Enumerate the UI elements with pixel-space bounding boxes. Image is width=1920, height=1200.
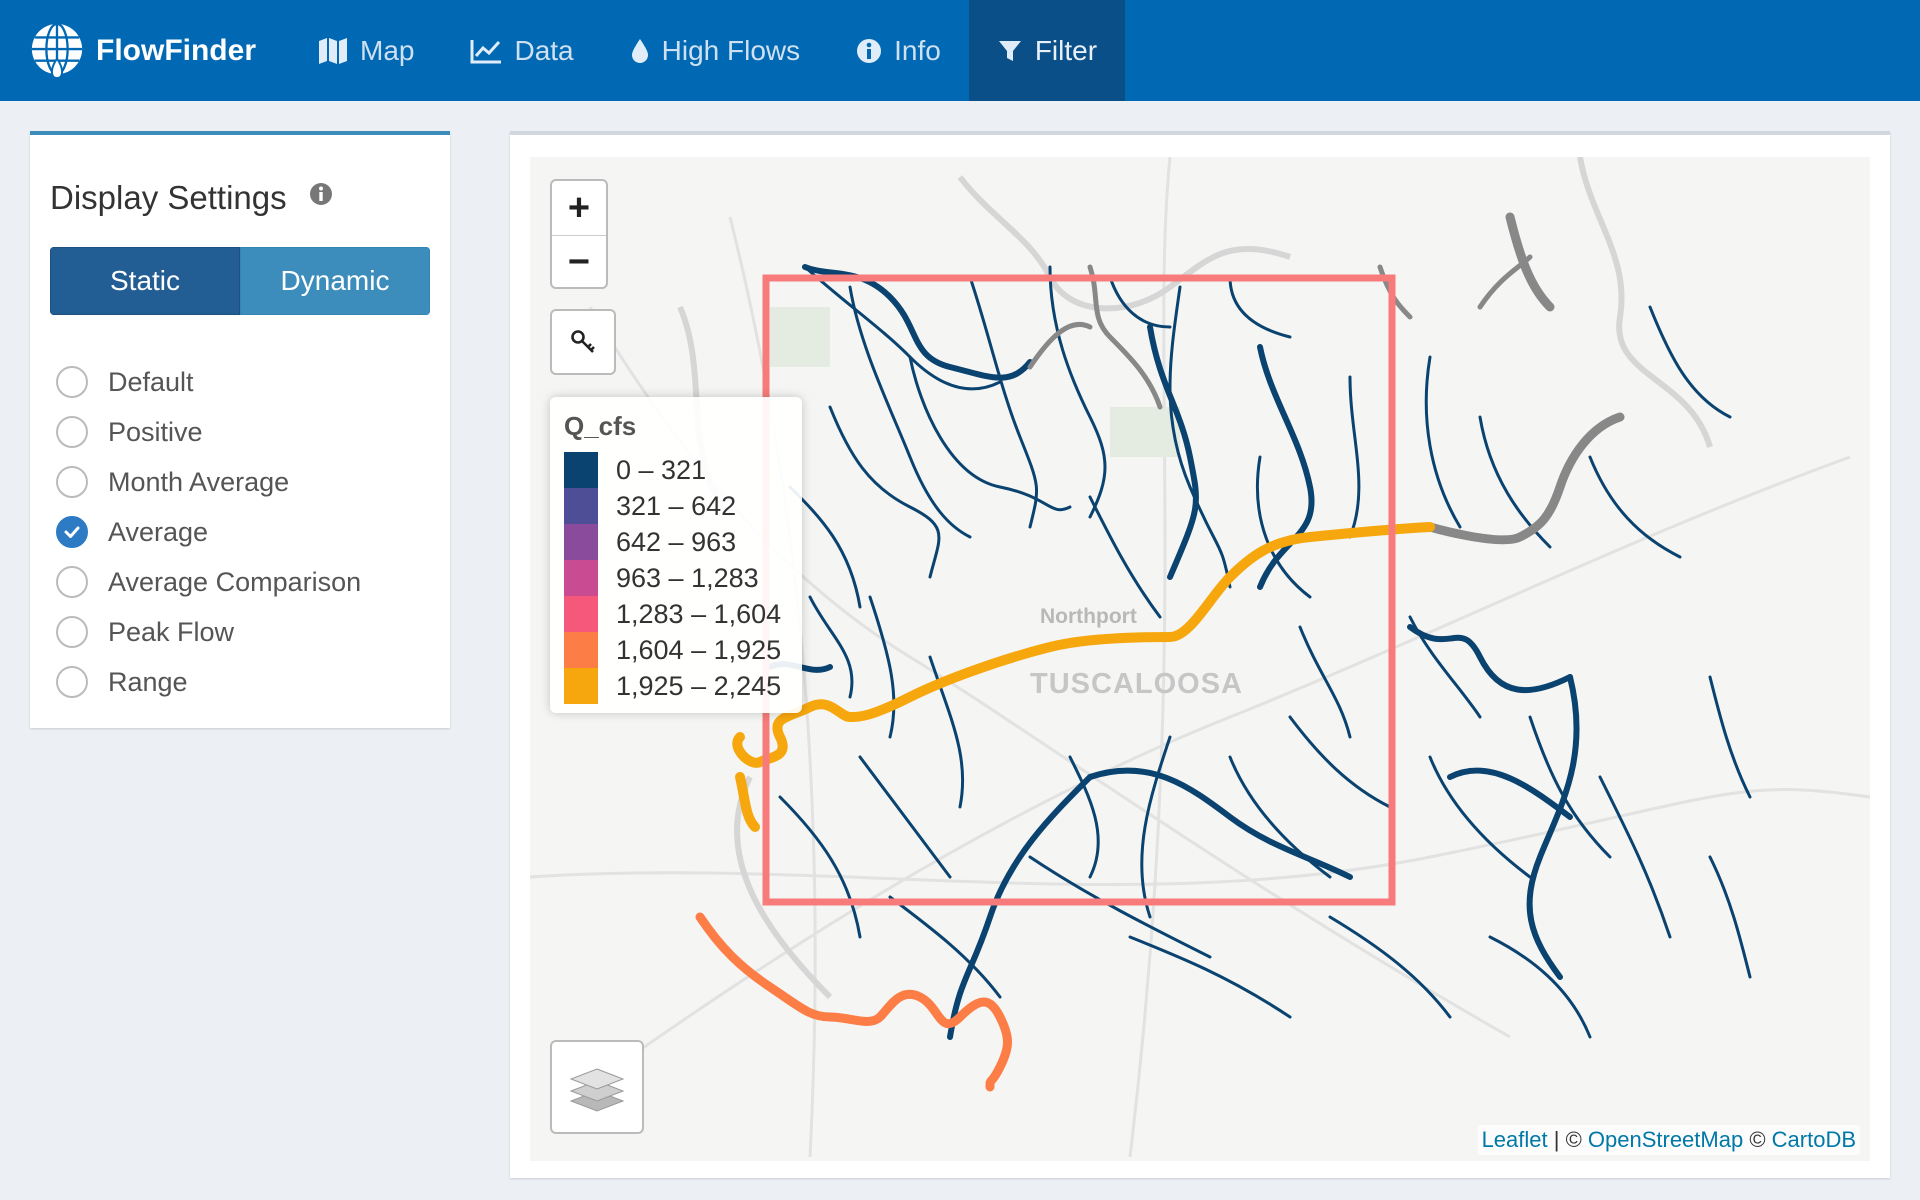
radio-option[interactable]: Peak Flow — [56, 607, 361, 657]
legend-toggle-button[interactable] — [550, 309, 616, 375]
radio-unchecked-icon[interactable] — [56, 566, 88, 598]
radio-unchecked-icon[interactable] — [56, 416, 88, 448]
radio-label: Positive — [108, 416, 203, 447]
legend-entry: 1,283 – 1,604 — [564, 596, 788, 632]
legend-label: 1,604 – 1,925 — [616, 634, 782, 665]
radio-option[interactable]: Default — [56, 357, 361, 407]
radio-label: Default — [108, 366, 194, 397]
openstreetmap-link[interactable]: OpenStreetMap — [1588, 1127, 1743, 1152]
radio-option[interactable]: Average Comparison — [56, 557, 361, 607]
brand[interactable]: FlowFinder — [0, 0, 290, 101]
radio-label: Month Average — [108, 466, 290, 497]
zoom-out-button[interactable]: − — [552, 235, 606, 289]
display-settings-panel: Display Settings Static Dynamic Default P… — [30, 131, 450, 728]
nav-filter[interactable]: Filter — [968, 0, 1126, 101]
nav-map[interactable]: Map — [290, 0, 442, 101]
top-navbar: FlowFinder Map Data High Flows Info Filt… — [0, 0, 1920, 101]
legend-swatch — [564, 560, 598, 596]
legend-label: 963 – 1,283 — [616, 562, 759, 593]
nav-high-flows-label: High Flows — [661, 34, 801, 66]
nav-data-label: Data — [514, 34, 574, 66]
checkmark-icon — [64, 526, 80, 538]
cartodb-link[interactable]: CartoDB — [1772, 1127, 1856, 1152]
northport-label: Northport — [1040, 605, 1137, 628]
nav-filter-label: Filter — [1034, 34, 1098, 66]
radio-unchecked-icon[interactable] — [56, 366, 88, 398]
legend-swatch — [564, 524, 598, 560]
leaflet-map[interactable]: Northport TUSCALOOSA + − Q_cfs 0 – 321 3… — [530, 157, 1870, 1161]
nav-map-label: Map — [360, 34, 415, 66]
legend-label: 321 – 642 — [616, 490, 737, 521]
zoom-in-button[interactable]: + — [552, 181, 606, 235]
radio-label: Range — [108, 666, 188, 697]
droplet-icon — [631, 38, 648, 63]
static-button[interactable]: Static — [50, 247, 240, 315]
brand-name: FlowFinder — [96, 33, 256, 67]
legend-swatch — [564, 488, 598, 524]
leaflet-link[interactable]: Leaflet — [1482, 1127, 1548, 1152]
flowfinder-logo-icon — [31, 22, 83, 79]
radio-unchecked-icon[interactable] — [56, 666, 88, 698]
legend-swatch — [564, 632, 598, 668]
zoom-control: + − — [550, 179, 608, 289]
map-icon — [319, 37, 347, 64]
radio-option[interactable]: Month Average — [56, 457, 361, 507]
chart-line-icon — [470, 39, 502, 63]
radio-label: Average — [108, 516, 209, 547]
radio-unchecked-icon[interactable] — [56, 616, 88, 648]
flow-legend: Q_cfs 0 – 321 321 – 642 642 – 963 963 – 1,2… — [550, 397, 802, 713]
tuscaloosa-label: TUSCALOOSA — [1030, 668, 1243, 700]
nav-high-flows[interactable]: High Flows — [602, 0, 828, 101]
selection-bounding-box — [762, 274, 1396, 906]
legend-swatch — [564, 668, 598, 704]
legend-label: 1,925 – 2,245 — [616, 670, 782, 701]
legend-entry: 642 – 963 — [564, 524, 788, 560]
info-circle-icon — [857, 38, 882, 63]
legend-entry: 321 – 642 — [564, 488, 788, 524]
map-panel: Northport TUSCALOOSA + − Q_cfs 0 – 321 3… — [510, 131, 1890, 1178]
dynamic-button[interactable]: Dynamic — [240, 247, 430, 315]
layers-control-button[interactable] — [550, 1040, 644, 1134]
static-dynamic-toggle: Static Dynamic — [50, 247, 430, 315]
radio-option[interactable]: Positive — [56, 407, 361, 457]
filter-icon — [998, 40, 1021, 61]
map-attribution: Leaflet | © OpenStreetMap © CartoDB — [1477, 1125, 1860, 1155]
nav-info-label: Info — [894, 34, 941, 66]
info-icon[interactable] — [309, 182, 333, 206]
panel-title: Display Settings — [50, 179, 287, 216]
legend-title: Q_cfs — [564, 411, 637, 441]
radio-checked-icon[interactable] — [56, 516, 88, 548]
legend-entry: 0 – 321 — [564, 452, 788, 488]
legend-entry: 1,925 – 2,245 — [564, 668, 788, 704]
attrib-sep: © — [1743, 1127, 1772, 1152]
display-settings-title: Display Settings — [50, 179, 333, 217]
low-flow-streams — [778, 265, 1752, 1039]
nav-data[interactable]: Data — [442, 0, 601, 101]
legend-label: 0 – 321 — [616, 454, 707, 485]
layers-icon — [569, 1068, 625, 1112]
key-icon — [571, 330, 595, 353]
legend-swatch — [564, 596, 598, 632]
radio-label: Average Comparison — [108, 566, 362, 597]
legend-entry: 1,604 – 1,925 — [564, 632, 788, 668]
radio-unchecked-icon[interactable] — [56, 466, 88, 498]
legend-swatch — [564, 452, 598, 488]
river-mid-high-flow — [695, 912, 1012, 1092]
nav-info[interactable]: Info — [828, 0, 969, 101]
radio-label: Peak Flow — [108, 616, 235, 647]
radio-option[interactable]: Average — [56, 507, 361, 557]
legend-label: 642 – 963 — [616, 526, 737, 557]
radio-option[interactable]: Range — [56, 657, 361, 707]
legend-entry: 963 – 1,283 — [564, 560, 788, 596]
attrib-sep: | © — [1547, 1127, 1588, 1152]
display-mode-radio-group: Default Positive Month Average Average Avera… — [56, 357, 361, 707]
legend-label: 1,283 – 1,604 — [616, 598, 782, 629]
